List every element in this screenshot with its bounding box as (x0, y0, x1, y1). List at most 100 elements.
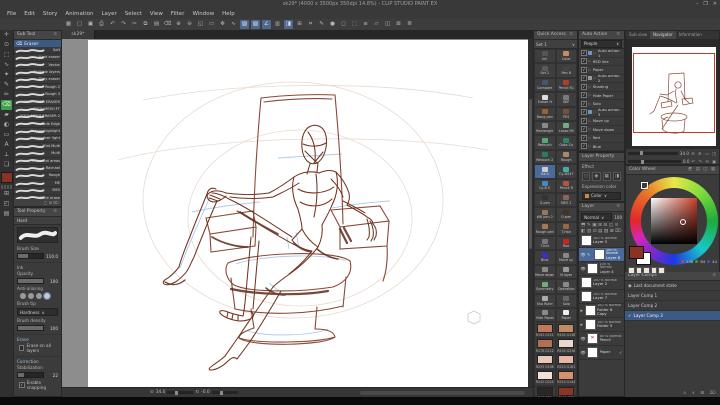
navigator-zoom-value[interactable]: 34.0 (680, 151, 689, 156)
command-icon[interactable]: ▨ (240, 20, 249, 29)
subtool-item[interactable]: Rachael (14, 165, 61, 173)
tool-icon[interactable]: ⟂ (1, 150, 12, 160)
panel-menu-icon[interactable]: ≡ (53, 31, 58, 39)
color-swatch-item[interactable]: R214 G144 (555, 369, 577, 386)
tool-icon[interactable]: ✛ (1, 30, 12, 40)
expand-arrow-icon[interactable]: ▷ (594, 110, 597, 114)
quick-access-item[interactable]: WIP (555, 92, 577, 107)
auto-action-checkbox[interactable]: ✓ (581, 126, 587, 133)
saturation-value-square[interactable] (651, 198, 697, 244)
quick-access-set-dropdown[interactable]: Set 1 ∨ (534, 40, 577, 49)
brush-size-slider[interactable] (17, 253, 44, 259)
quick-access-item[interactable]: Paper (555, 308, 577, 323)
canvas-horizontal-scrollbar[interactable] (360, 391, 525, 395)
quick-access-item[interactable]: Rectangle (534, 120, 556, 136)
quick-access-item[interactable]: N layer (555, 264, 577, 280)
command-icon[interactable]: ≡ (361, 20, 370, 29)
auto-action-item[interactable]: ✓ ▷ RED line (579, 58, 624, 66)
command-icon[interactable]: ∠ (262, 20, 271, 29)
auto-action-item[interactable]: ✓ ▷ Move down (579, 126, 624, 134)
quick-access-item[interactable]: T-line (534, 236, 556, 251)
panel-menu-icon[interactable]: ≡ (712, 272, 717, 280)
quick-access-item[interactable]: Retouch 2 (534, 149, 556, 165)
subtool-item[interactable]: COOL MESH ERASER 2 (14, 113, 61, 121)
effect-icons[interactable]: ◻ ◉ ▦ ◨ (579, 170, 624, 182)
subtool-item[interactable]: Rough 2 (14, 83, 61, 92)
auto-action-item[interactable]: ✓ ▷ Blue (579, 143, 624, 151)
expand-arrow-icon[interactable]: ▷ (594, 51, 597, 55)
layer-comp-row[interactable]: ◉ Last document state (625, 281, 720, 291)
navigator-rotation-value[interactable]: 0.0 (683, 159, 690, 164)
layer-visibility-eye-icon[interactable]: 👁 (581, 252, 586, 257)
tool-strip-extra-icon[interactable]: ⊞ (1, 189, 12, 199)
auto-action-item[interactable]: ✓ ▷ Hide Paper (579, 92, 624, 100)
tool-strip-extra-icon[interactable]: ▤ (1, 209, 12, 219)
navigator-zoom-slider[interactable] (628, 151, 678, 155)
command-icon[interactable]: ▦ (64, 20, 73, 29)
navigator-zoom-icons[interactable]: ⊖ ⊕ ▭ ◳ (691, 151, 717, 156)
layer-visibility-eye-icon[interactable]: 👁 (581, 336, 586, 341)
foreground-color[interactable] (629, 246, 644, 259)
folder-icon[interactable]: ▸ (581, 322, 584, 328)
quick-access-item[interactable]: Rough (555, 149, 577, 165)
quick-access-item[interactable]: Hard (534, 164, 556, 179)
auto-action-item[interactable]: ✓ ▷ Auto action 1 (579, 48, 624, 58)
subtool-item[interactable]: MES (14, 187, 61, 195)
auto-action-item[interactable]: ✓ ▷ Move up (579, 117, 624, 126)
command-icon[interactable]: ◫ (383, 20, 392, 29)
command-icon[interactable]: ⌗ (306, 20, 315, 29)
auto-action-checkbox[interactable]: ✓ (581, 117, 587, 124)
expand-arrow-icon[interactable]: ▷ (594, 76, 597, 80)
menu-item[interactable]: Story (39, 10, 62, 19)
command-icon[interactable]: ● (328, 20, 337, 29)
canvas-rotation-value[interactable]: -0.0 (201, 390, 210, 395)
navigator-view-rect[interactable] (633, 53, 715, 133)
navigator-rotation-slider[interactable] (628, 159, 681, 164)
quick-access-item[interactable]: Set 2 (534, 63, 556, 78)
quick-access-item[interactable]: Pen B (555, 63, 577, 78)
quick-access-item[interactable]: Retouch (534, 135, 556, 150)
subtool-item[interactable]: Rough 3 (14, 91, 61, 99)
auto-action-item[interactable]: ✓ ▷ Red (579, 134, 624, 143)
tool-icon[interactable]: ⌫ (1, 100, 12, 110)
menu-item[interactable]: File (3, 10, 20, 19)
rotation-slider[interactable] (211, 390, 238, 395)
canvas-tab[interactable]: sk29* (62, 30, 95, 39)
auto-action-checkbox[interactable]: ✓ (581, 83, 587, 90)
color-swatch-item[interactable]: R242 G224 (534, 369, 556, 386)
expand-arrow-icon[interactable]: ▷ (589, 127, 592, 131)
command-icon[interactable]: ⧉ (141, 20, 150, 29)
layer-row[interactable]: 👁 100 % Normal Layer 4 (579, 262, 624, 276)
close-button[interactable]: ✕ (713, 1, 717, 7)
layer-comp-row[interactable]: ✓ Layer Comp 3 (625, 311, 720, 321)
layer-opacity-value[interactable]: 100 (614, 215, 622, 220)
stabilization-slider[interactable] (17, 372, 44, 378)
command-icon[interactable]: ⊠ (394, 20, 403, 29)
subtool-item[interactable]: Multiple layers (14, 69, 61, 77)
subtool-item[interactable]: COOL MESH ERASER (14, 98, 61, 107)
layer-row[interactable]: ▸ 100 % Normal Folder 6 Copy (579, 304, 624, 318)
tool-icon[interactable]: ◐ (1, 120, 12, 130)
opacity-value[interactable]: 100 (46, 279, 58, 284)
panel-menu-icon[interactable]: ≡ (616, 31, 621, 39)
panel-menu-icon[interactable]: ≡ (53, 208, 58, 216)
layer-row[interactable]: 👁 Paper ✓ (579, 346, 624, 360)
brush-size-value[interactable]: 110.0 (46, 254, 58, 259)
expand-arrow-icon[interactable]: ▷ (589, 68, 592, 72)
zoom-slider[interactable] (167, 390, 194, 395)
quick-access-item[interactable]: Color (555, 49, 577, 64)
command-icon[interactable]: ▥ (273, 20, 282, 29)
quick-access-item[interactable]: Gota-Co (555, 135, 577, 150)
command-icon[interactable]: ≣ (405, 20, 414, 29)
command-icon[interactable]: ⌫ (163, 20, 172, 29)
command-icon[interactable]: ↷ (119, 20, 128, 29)
navigator-rotation-icons[interactable]: ↶ ↷ ⟲ ▣ (692, 159, 717, 164)
tool-icon[interactable]: ▭ (1, 130, 12, 140)
menu-item[interactable]: Animation (61, 10, 97, 19)
minimize-button[interactable]: – (696, 1, 699, 7)
subtool-item[interactable]: Flat Multi (14, 143, 61, 151)
tool-icon[interactable]: ▰ (1, 110, 12, 120)
color-swatch-item[interactable]: R192 G121 (534, 322, 556, 339)
quick-access-item[interactable]: Ink (534, 49, 556, 64)
folder-icon[interactable]: ▸ (581, 308, 584, 314)
